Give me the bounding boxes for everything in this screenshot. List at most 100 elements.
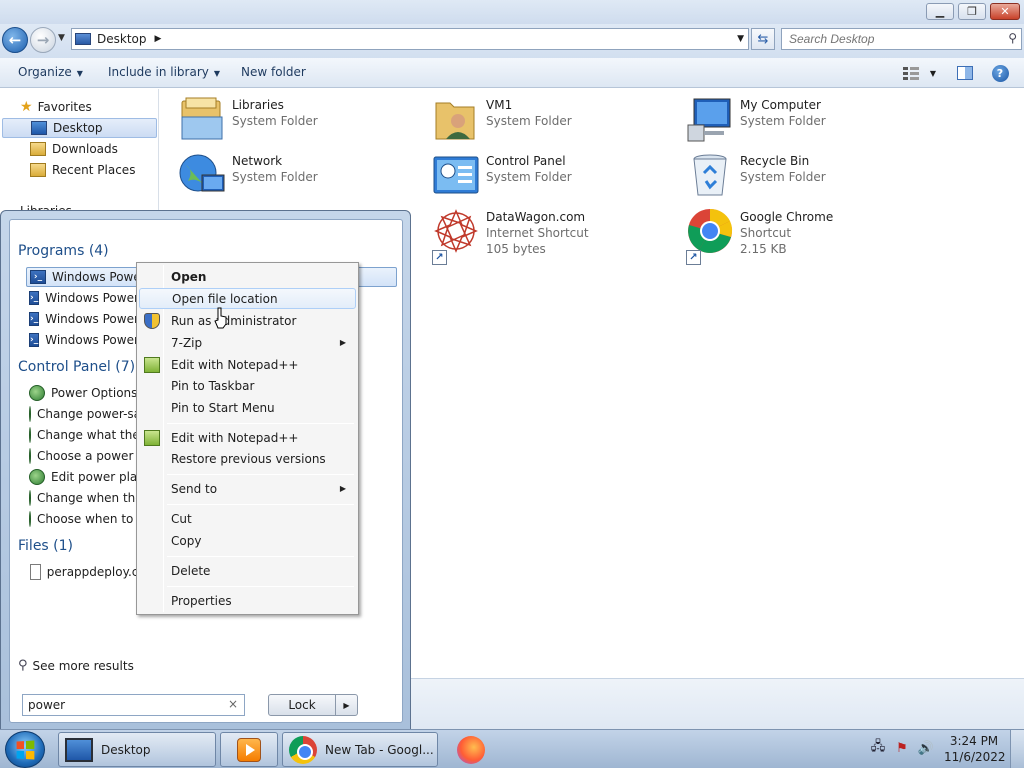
program-result[interactable]: ›_ Windows PowerShell: [26, 330, 146, 350]
search-icon[interactable]: ⚲: [1008, 31, 1017, 45]
menu-item-pin-to-start-menu[interactable]: Pin to Start Menu: [139, 397, 356, 418]
start-search-box[interactable]: ×: [22, 694, 245, 716]
window-titlebar: ▁ ❐ ✕: [0, 0, 1024, 24]
menu-item-restore-previous-versions[interactable]: Restore previous versions: [139, 448, 356, 469]
control-panel-result[interactable]: Choose a power plan: [26, 446, 146, 466]
close-button[interactable]: ✕: [990, 3, 1020, 20]
volume-icon[interactable]: 🔊: [918, 740, 934, 756]
file-result[interactable]: perappdeploy.cn: [26, 562, 146, 582]
action-center-flag-icon[interactable]: ⚑: [894, 740, 910, 756]
menu-item-open-file-location[interactable]: Open file location: [139, 288, 356, 309]
clear-search-icon[interactable]: ×: [228, 697, 238, 711]
power-options-icon: [29, 469, 45, 485]
menu-item-delete[interactable]: Delete: [139, 560, 356, 581]
search-box[interactable]: ⚲: [781, 28, 1022, 50]
item-datawagon[interactable]: ↗ DataWagon.com Internet Shortcut 105 by…: [432, 207, 682, 265]
control-panel-result[interactable]: Change power-saving settings: [26, 404, 146, 424]
menu-separator: [167, 504, 354, 505]
item-name: Control Panel: [486, 154, 566, 168]
item-recycle-bin[interactable]: Recycle Bin System Folder: [686, 151, 936, 205]
programs-header[interactable]: Programs (4): [18, 243, 109, 259]
menu-separator: [167, 423, 354, 424]
recent-pages-dropdown[interactable]: ▼: [58, 33, 65, 43]
menu-item-properties[interactable]: Properties: [139, 590, 356, 611]
favorites-header[interactable]: ★ Favorites: [20, 97, 92, 117]
item-size: 2.15 KB: [740, 242, 787, 256]
item-name: Recycle Bin: [740, 154, 810, 168]
show-desktop-button[interactable]: [1010, 730, 1024, 768]
control-panel-result[interactable]: Power Options: [26, 383, 146, 403]
organize-label: Organize: [18, 65, 72, 79]
network-tray-icon[interactable]: 🖧: [870, 739, 886, 756]
power-options-icon: [29, 490, 31, 506]
desktop-icon: [31, 121, 47, 135]
menu-item-copy[interactable]: Copy: [139, 530, 356, 551]
menu-item-open[interactable]: Open: [139, 266, 356, 287]
start-search-input[interactable]: [23, 695, 213, 715]
view-dropdown-icon[interactable]: ▼: [924, 65, 942, 81]
menu-item-pin-to-taskbar[interactable]: Pin to Taskbar: [139, 375, 356, 396]
clock[interactable]: 3:24 PM 11/6/2022: [944, 733, 1006, 765]
preview-pane-icon[interactable]: [956, 65, 974, 81]
menu-item-run-as-administrator[interactable]: Run as administrator: [139, 310, 356, 331]
control-panel-header[interactable]: Control Panel (7): [18, 359, 135, 375]
refresh-button[interactable]: ⇆: [751, 28, 775, 50]
menu-item-send-to[interactable]: Send to ▶: [139, 478, 356, 499]
include-in-library-button[interactable]: Include in library ▼: [108, 65, 220, 79]
notepadpp-icon: [144, 429, 160, 446]
lock-button[interactable]: Lock ▶: [268, 694, 358, 716]
nav-item-desktop[interactable]: Desktop: [2, 118, 157, 138]
nav-item-downloads[interactable]: Downloads: [30, 139, 118, 159]
power-options-icon: [29, 385, 45, 401]
item-libraries[interactable]: Libraries System Folder: [178, 95, 428, 149]
item-name: Libraries: [232, 98, 284, 112]
item-google-chrome[interactable]: ↗ Google Chrome Shortcut 2.15 KB: [686, 207, 936, 265]
back-button[interactable]: ←: [2, 27, 28, 53]
program-result[interactable]: ›_ Windows PowerShell: [26, 309, 146, 329]
item-vm1[interactable]: VM1 System Folder: [432, 95, 682, 149]
maximize-button[interactable]: ❐: [958, 3, 986, 20]
address-dropdown-icon[interactable]: ▼: [737, 34, 744, 44]
menu-item-label: Edit with Notepad++: [171, 430, 299, 445]
menu-item-edit-with-notepad-2[interactable]: Edit with Notepad++: [139, 427, 356, 448]
organize-button[interactable]: Organize ▼: [18, 65, 83, 79]
control-panel-result[interactable]: Change when the computer sleeps: [26, 488, 146, 508]
downloads-folder-icon: [30, 142, 46, 156]
start-button[interactable]: [5, 731, 45, 768]
taskbar-media-player[interactable]: [220, 732, 278, 767]
program-result[interactable]: ›_ Windows PowerShell: [26, 288, 146, 308]
taskbar-label: Desktop: [101, 742, 151, 757]
taskbar-desktop[interactable]: Desktop: [58, 732, 216, 767]
control-panel-result[interactable]: Choose when to turn off display: [26, 509, 146, 529]
forward-button[interactable]: →: [30, 27, 56, 53]
menu-item-cut[interactable]: Cut: [139, 508, 356, 529]
nav-item-label: Downloads: [52, 142, 118, 156]
item-control-panel[interactable]: Control Panel System Folder: [432, 151, 682, 205]
breadcrumb-chevron-icon[interactable]: ▶: [155, 34, 162, 44]
uac-shield-icon: [144, 312, 160, 329]
menu-item-label: Restore previous versions: [171, 451, 326, 466]
program-label: Windows PowerShell: [45, 312, 146, 326]
item-network[interactable]: Network System Folder: [178, 151, 428, 205]
submenu-arrow-icon: ▶: [339, 484, 346, 493]
taskbar-firefox[interactable]: [442, 732, 500, 767]
view-options-icon[interactable]: [902, 65, 920, 81]
menu-item-label: Properties: [171, 593, 232, 608]
control-panel-result[interactable]: Edit power plan: [26, 467, 146, 487]
help-button[interactable]: ?: [991, 64, 1009, 82]
minimize-button[interactable]: ▁: [926, 3, 954, 20]
menu-item-7zip[interactable]: 7-Zip ▶: [139, 332, 356, 353]
see-more-results-link[interactable]: ⚲ See more results: [18, 658, 134, 673]
menu-item-edit-with-notepad[interactable]: Edit with Notepad++: [139, 354, 356, 375]
search-input[interactable]: [782, 29, 992, 49]
file-label: perappdeploy.cn: [46, 565, 146, 579]
new-folder-button[interactable]: New folder: [241, 65, 306, 79]
files-header[interactable]: Files (1): [18, 538, 73, 554]
taskbar-chrome[interactable]: New Tab - Googl...: [282, 732, 438, 767]
control-panel-result[interactable]: Change what the power buttons do: [26, 425, 146, 445]
star-icon: ★: [20, 99, 33, 115]
shutdown-options-arrow-icon[interactable]: ▶: [335, 695, 357, 715]
item-my-computer[interactable]: My Computer System Folder: [686, 95, 936, 149]
nav-item-recent-places[interactable]: Recent Places: [30, 160, 135, 180]
address-bar[interactable]: Desktop ▶ ▼: [71, 28, 749, 50]
